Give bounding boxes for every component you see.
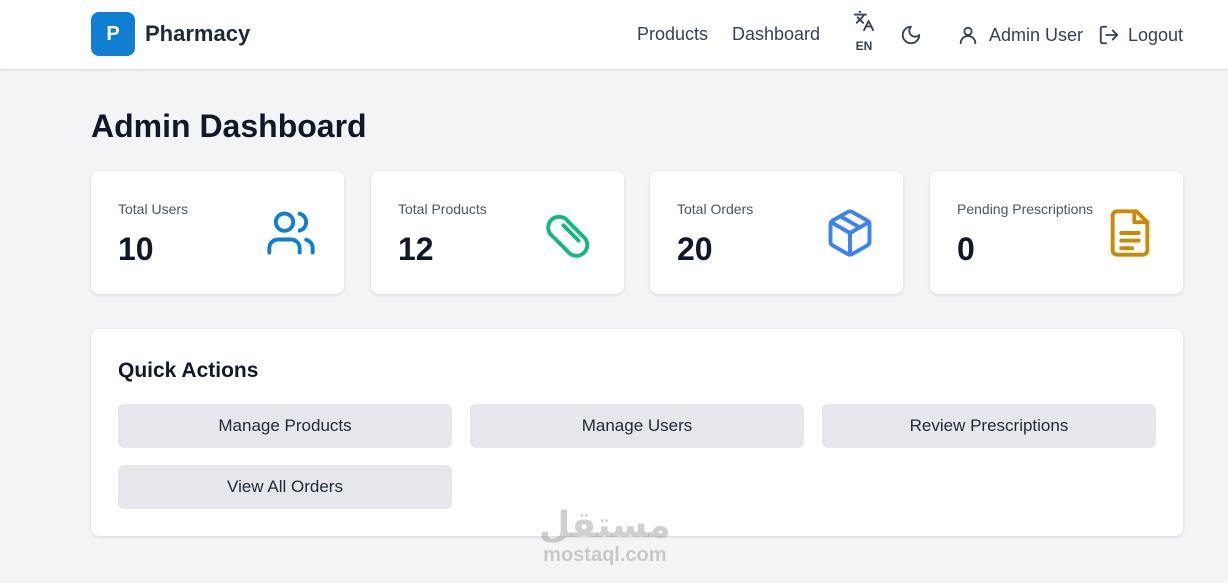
- brand-name: Pharmacy: [145, 21, 251, 46]
- stat-label: Total Orders: [677, 201, 754, 217]
- translate-icon: [853, 10, 875, 32]
- stat-value: 12: [398, 231, 434, 267]
- view-all-orders-button[interactable]: View All Orders: [118, 465, 452, 509]
- watermark: مستقل mostaql.com: [539, 505, 671, 567]
- document-icon: [1110, 209, 1150, 257]
- watermark-latin: mostaql.com: [543, 544, 667, 566]
- nav-dashboard-link[interactable]: Dashboard: [732, 24, 820, 45]
- stat-value: 0: [957, 231, 975, 267]
- logout-button[interactable]: Logout: [1098, 24, 1183, 46]
- pill-icon: [546, 214, 590, 258]
- user-icon: [959, 26, 977, 45]
- stat-label: Total Products: [398, 201, 487, 217]
- quick-actions-title: Quick Actions: [118, 359, 259, 382]
- watermark-arabic: مستقل: [539, 505, 671, 546]
- page-title: Admin Dashboard: [91, 108, 367, 144]
- moon-icon: [901, 25, 921, 45]
- language-code: EN: [855, 39, 873, 53]
- logout-icon: [1099, 25, 1119, 45]
- stat-label: Pending Prescriptions: [957, 201, 1094, 217]
- stat-value: 10: [118, 231, 154, 267]
- language-toggle[interactable]: EN: [851, 10, 877, 53]
- stat-card-total-orders: Total Orders 20: [650, 171, 903, 294]
- manage-products-button[interactable]: Manage Products: [118, 404, 452, 448]
- user-name: Admin User: [989, 24, 1084, 45]
- box-icon: [828, 209, 872, 257]
- theme-toggle[interactable]: [900, 24, 922, 51]
- review-prescriptions-button[interactable]: Review Prescriptions: [822, 404, 1156, 448]
- manage-users-button[interactable]: Manage Users: [470, 404, 804, 448]
- stat-card-pending-prescriptions: Pending Prescriptions 0: [930, 171, 1183, 294]
- stat-card-total-products: Total Products 12: [371, 171, 624, 294]
- nav-products-link[interactable]: Products: [637, 24, 708, 45]
- brand-logo: P: [91, 12, 135, 56]
- top-navbar: P Pharmacy Products Dashboard EN Admin U…: [0, 0, 1228, 69]
- logout-label: Logout: [1128, 24, 1184, 45]
- stat-label: Total Users: [118, 201, 189, 217]
- user-menu[interactable]: Admin User: [957, 24, 1083, 46]
- users-icon: [267, 211, 315, 255]
- stat-value: 20: [677, 231, 713, 267]
- stat-card-total-users: Total Users 10: [91, 171, 344, 294]
- brand[interactable]: P Pharmacy: [91, 12, 250, 56]
